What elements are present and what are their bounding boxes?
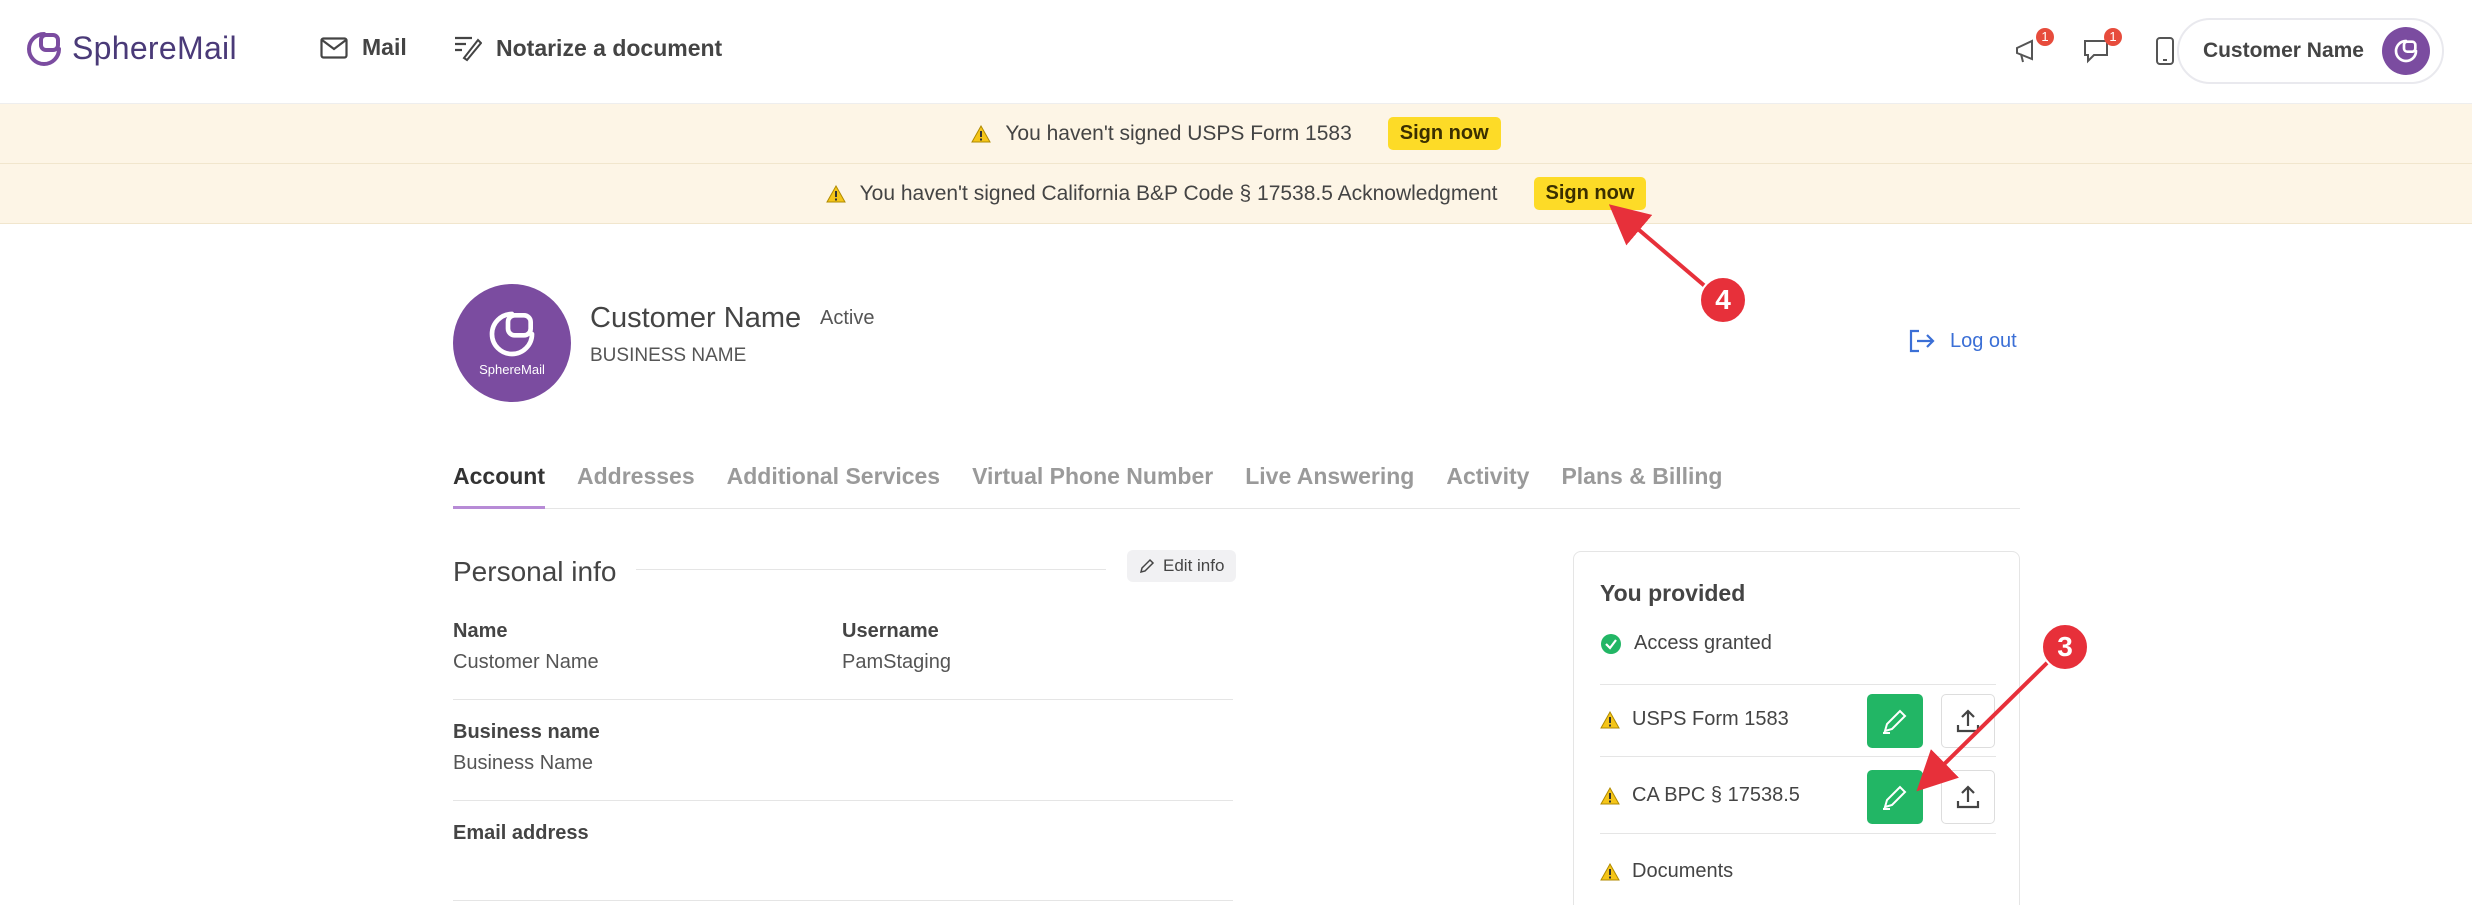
annotation-arrow-4 <box>1608 204 1708 289</box>
annotation-marker-4: 4 <box>1699 276 1747 324</box>
annotation-arrow-3 <box>1916 658 2052 792</box>
annotation-marker-3: 3 <box>2041 623 2089 671</box>
annotation-arrows <box>1608 204 2052 792</box>
app-root: SphereMail Mail Notarize a document 1 1 … <box>0 0 2472 905</box>
